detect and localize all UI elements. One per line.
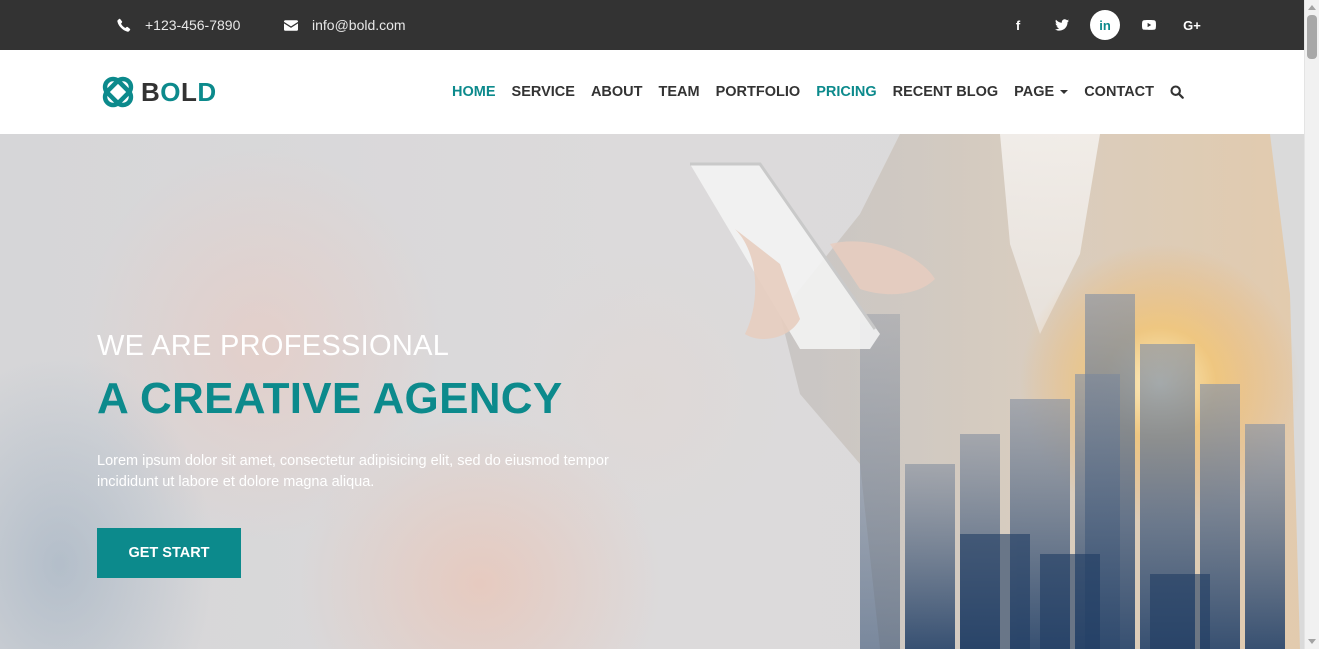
scroll-up-arrow-icon[interactable] [1308,5,1316,10]
nav-item-portfolio[interactable]: PORTFOLIO [716,84,801,100]
main-navbar: BOLD HOME SERVICE ABOUT TEAM PORTFOLIO P… [0,50,1304,134]
nav-item-team[interactable]: TEAM [659,84,700,100]
page-scrollbar[interactable] [1304,0,1319,649]
search-icon[interactable] [1170,85,1184,99]
nav-item-recent-blog[interactable]: RECENT BLOG [893,84,999,100]
phone-contact[interactable]: +123-456-7890 [117,0,240,50]
facebook-icon[interactable]: f [1003,10,1033,40]
youtube-icon[interactable] [1134,10,1164,40]
caret-down-icon [1060,90,1069,94]
hero-description: Lorem ipsum dolor sit amet, consectetur … [97,453,609,490]
google-plus-icon[interactable]: G+ [1177,10,1207,40]
twitter-icon[interactable] [1047,10,1077,40]
phone-icon [117,18,131,32]
scrollbar-thumb[interactable] [1307,15,1317,59]
nav-menu: HOME SERVICE ABOUT TEAM PORTFOLIO PRICIN… [436,50,1184,134]
hero-banner: WE ARE PROFESSIONAL A CREATIVE AGENCY Lo… [0,134,1304,649]
nav-item-about[interactable]: ABOUT [591,84,643,100]
nav-item-page-dropdown[interactable]: PAGE [1014,84,1069,100]
brand-name: BOLD [141,76,217,107]
linkedin-icon[interactable]: in [1090,10,1120,40]
get-start-button[interactable]: GET START [97,528,241,578]
phone-number: +123-456-7890 [145,17,241,33]
nav-item-home[interactable]: HOME [452,84,496,100]
email-address: info@bold.com [312,17,406,33]
email-contact[interactable]: info@bold.com [284,0,406,50]
hero-title: A CREATIVE AGENCY [97,374,563,423]
scroll-down-arrow-icon[interactable] [1308,639,1316,644]
logo-mark-icon [102,76,134,108]
envelope-icon [284,19,298,31]
top-bar: +123-456-7890 info@bold.com f in G+ [0,0,1304,50]
hero-subtitle: WE ARE PROFESSIONAL [97,330,450,362]
nav-item-pricing[interactable]: PRICING [816,84,876,100]
brand-logo[interactable]: BOLD [97,71,217,113]
social-links: f in G+ [990,10,1208,40]
nav-item-service[interactable]: SERVICE [512,84,575,100]
nav-item-contact[interactable]: CONTACT [1084,84,1154,100]
